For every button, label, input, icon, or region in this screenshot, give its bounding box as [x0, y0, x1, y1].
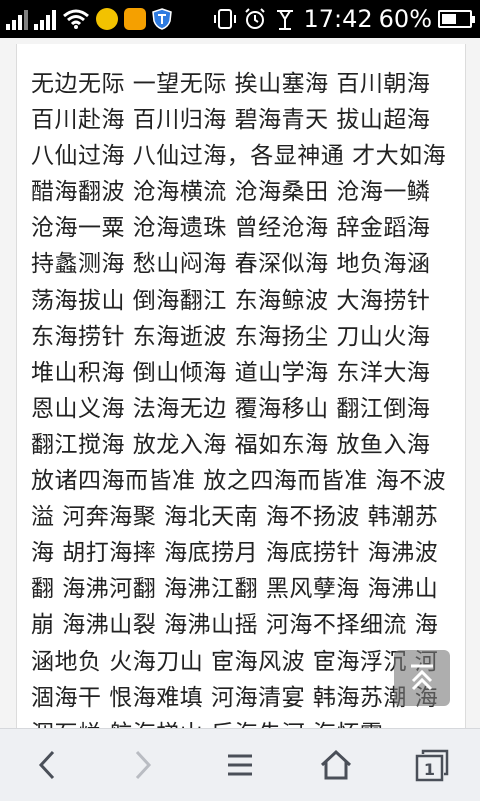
vibrate-icon	[214, 9, 237, 29]
tabs-button[interactable]: 1	[408, 743, 456, 787]
idiom-list-text: 无边无际 一望无际 挨山塞海 百川朝海 百川赴海 百川归海 碧海青天 拔山超海 …	[31, 71, 447, 728]
back-to-top-button[interactable]	[394, 650, 450, 706]
tabs-count: 1	[424, 760, 435, 779]
signal-icon	[34, 8, 56, 30]
tabs-icon: 1	[415, 749, 449, 782]
home-icon	[320, 749, 352, 780]
app-notification-icon	[96, 8, 118, 30]
shield-icon	[152, 8, 172, 30]
signal-icon	[6, 8, 28, 30]
arrow-up-to-top-icon	[411, 664, 433, 691]
status-right: 17:42 60%	[213, 4, 475, 34]
battery-icon	[438, 10, 475, 28]
clock-text: 17:42	[303, 5, 373, 33]
sync-icon	[277, 10, 294, 30]
chevron-left-icon	[38, 750, 55, 780]
alarm-icon	[245, 8, 266, 29]
article-card: 无边无际 一望无际 挨山塞海 百川朝海 百川赴海 百川归海 碧海青天 拔山超海 …	[16, 44, 466, 728]
home-button[interactable]	[312, 743, 360, 787]
status-left	[6, 6, 172, 32]
menu-icon	[228, 754, 252, 776]
status-bar: 17:42 60%	[0, 0, 480, 38]
back-button[interactable]	[24, 743, 72, 787]
article-body: 无边无际 一望无际 挨山塞海 百川朝海 百川赴海 百川归海 碧海青天 拔山超海 …	[31, 66, 455, 728]
app-notification-icon	[124, 8, 146, 30]
browser-toolbar: 1	[0, 728, 480, 801]
battery-percent: 60%	[378, 5, 432, 33]
menu-button[interactable]	[216, 743, 264, 787]
forward-button[interactable]	[118, 743, 166, 787]
chevron-right-icon	[135, 750, 152, 780]
wifi-icon	[63, 9, 89, 29]
web-page[interactable]: 无边无际 一望无际 挨山塞海 百川朝海 百川赴海 百川归海 碧海青天 拔山超海 …	[0, 38, 480, 728]
